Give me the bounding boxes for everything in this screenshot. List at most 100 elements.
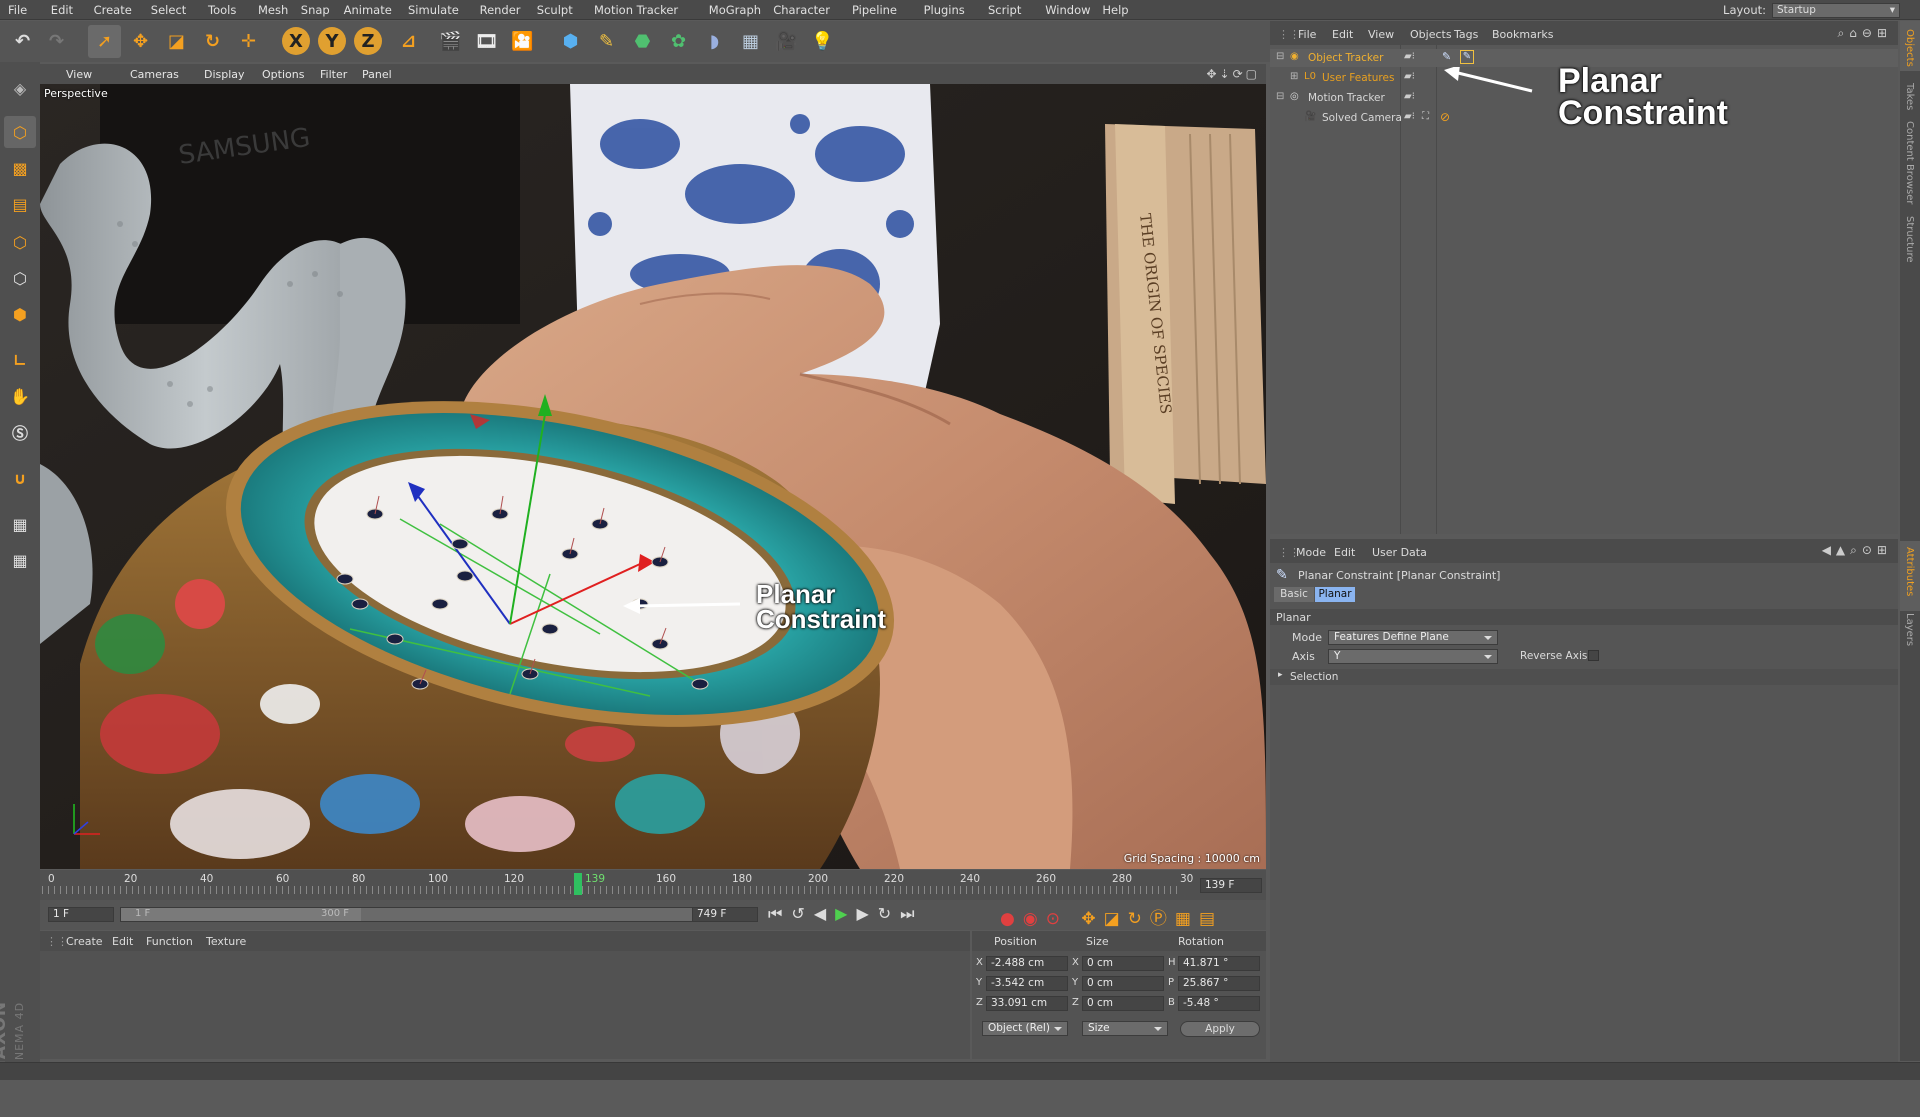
axis-select[interactable]: Y bbox=[1328, 649, 1498, 664]
floor-icon[interactable]: ▦ bbox=[734, 25, 767, 58]
prev-key-icon[interactable]: ↺ bbox=[791, 904, 813, 923]
render-settings-icon[interactable]: 🎦 bbox=[506, 25, 539, 58]
viewport-menu-filter[interactable]: Filter bbox=[320, 68, 347, 81]
key-rotation-icon[interactable]: ↻ bbox=[1128, 909, 1150, 929]
cloner-icon[interactable]: ✿ bbox=[662, 25, 695, 58]
go-to-end-icon[interactable]: ⏭ bbox=[900, 904, 923, 923]
coord-rotation-field[interactable]: 25.867 ° bbox=[1178, 976, 1260, 991]
move-icon[interactable]: ✥ bbox=[124, 25, 157, 58]
key-parameter-icon[interactable]: Ⓟ bbox=[1150, 909, 1175, 929]
selection-expand-icon[interactable]: ▸ bbox=[1278, 670, 1283, 680]
autokey-icon[interactable]: ◉ bbox=[1023, 909, 1046, 929]
expand-toggle-icon[interactable]: ⊞ bbox=[1290, 71, 1298, 82]
planar-workplane-icon[interactable]: ▦ bbox=[4, 544, 36, 576]
coord-position-field[interactable]: -3.542 cm bbox=[986, 976, 1068, 991]
menu-motion-tracker[interactable]: Motion Tracker bbox=[594, 3, 678, 17]
reverse-axis-checkbox[interactable] bbox=[1588, 650, 1599, 661]
render-view-icon[interactable]: 🎬 bbox=[434, 25, 467, 58]
rotate-icon[interactable]: ↻ bbox=[196, 25, 229, 58]
max-frame-field[interactable]: 749 F bbox=[692, 907, 758, 922]
menu-select[interactable]: Select bbox=[151, 3, 186, 17]
planar-constraint-tag-icon[interactable]: ✎ bbox=[1460, 50, 1474, 64]
side-tab-attributes[interactable]: Attributes bbox=[1904, 547, 1915, 596]
coord-size-select[interactable]: Size bbox=[1082, 1021, 1168, 1036]
object-menu-file[interactable]: File bbox=[1298, 28, 1316, 41]
coord-position-field[interactable]: 33.091 cm bbox=[986, 996, 1068, 1011]
lock-workplane-icon[interactable]: ▦ bbox=[4, 508, 36, 540]
axis-mode-icon[interactable]: ∟ bbox=[4, 344, 36, 376]
menu-pipeline[interactable]: Pipeline bbox=[852, 3, 897, 17]
menu-sculpt[interactable]: Sculpt bbox=[537, 3, 573, 17]
make-editable-icon[interactable]: ◈ bbox=[4, 72, 36, 104]
polygons-mode-icon[interactable]: ⬢ bbox=[4, 298, 36, 330]
material-menu-create[interactable]: Create bbox=[66, 935, 103, 948]
tab-planar[interactable]: Planar bbox=[1315, 587, 1355, 602]
material-menu-function[interactable]: Function bbox=[146, 935, 193, 948]
tracker-tag-icon[interactable]: ✎ bbox=[1442, 50, 1451, 63]
viewport-nav-icons[interactable]: ✥⇣⟳▢ bbox=[1206, 67, 1260, 81]
timeline-ruler[interactable]: 139 F 0 20 40 60 80 100 120 139 160 180 200 220 240 2… bbox=[40, 870, 1266, 900]
timeline-window-icon[interactable]: ▤ bbox=[1199, 909, 1223, 929]
start-frame-field[interactable]: 1 F bbox=[48, 907, 114, 922]
undo-icon[interactable]: ↶ bbox=[6, 25, 39, 58]
key-position-icon[interactable]: ✥ bbox=[1081, 909, 1103, 929]
menu-animate[interactable]: Animate bbox=[344, 3, 392, 17]
workplane-icon[interactable]: ▤ bbox=[4, 188, 36, 220]
visibility-toggle-icon[interactable]: ▰⁝ bbox=[1404, 71, 1415, 82]
edges-mode-icon[interactable]: ⬡ bbox=[4, 262, 36, 294]
expand-toggle-icon[interactable]: ⊟ bbox=[1276, 91, 1284, 102]
side-tab-layers[interactable]: Layers bbox=[1904, 613, 1915, 646]
attribute-menu-mode[interactable]: Mode bbox=[1296, 546, 1326, 559]
current-frame-marker[interactable] bbox=[574, 873, 582, 895]
magnet-icon[interactable]: ∪ bbox=[4, 462, 36, 494]
menu-mesh[interactable]: Mesh bbox=[258, 3, 288, 17]
recent-tools-icon[interactable]: ✛ bbox=[232, 25, 265, 58]
preview-range-slider[interactable]: 1 F 300 F bbox=[120, 907, 728, 922]
go-to-start-icon[interactable]: ⏮ bbox=[768, 904, 791, 923]
key-scale-icon[interactable]: ◪ bbox=[1104, 909, 1128, 929]
model-mode-icon[interactable]: ⬡ bbox=[4, 116, 36, 148]
menu-window[interactable]: Window bbox=[1045, 3, 1090, 17]
visibility-toggle-icon[interactable]: ▰⁝ bbox=[1404, 91, 1415, 102]
side-tab-objects[interactable]: Objects bbox=[1904, 29, 1915, 67]
render-picture-viewer-icon[interactable]: 🎞 bbox=[470, 25, 503, 58]
attribute-menu-edit[interactable]: Edit bbox=[1334, 546, 1355, 559]
coord-size-field[interactable]: 0 cm bbox=[1082, 956, 1164, 971]
camera-tag-icon[interactable]: ⛶ bbox=[1422, 111, 1429, 122]
pen-spline-icon[interactable]: ✎ bbox=[590, 25, 623, 58]
coord-mode-select[interactable]: Object (Rel) bbox=[982, 1021, 1068, 1036]
side-tab-content-browser[interactable]: Content Browser bbox=[1904, 121, 1915, 204]
key-pla-icon[interactable]: ▦ bbox=[1175, 909, 1199, 929]
object-menu-view[interactable]: View bbox=[1368, 28, 1394, 41]
menu-plugins[interactable]: Plugins bbox=[924, 3, 965, 17]
redo-icon[interactable]: ↷ bbox=[40, 25, 73, 58]
material-menu-edit[interactable]: Edit bbox=[112, 935, 133, 948]
tab-basic[interactable]: Basic bbox=[1274, 587, 1314, 602]
coordinate-system-icon[interactable]: ⊿ bbox=[392, 25, 425, 58]
material-menu-texture[interactable]: Texture bbox=[206, 935, 246, 948]
snap-icon[interactable]: Ⓢ bbox=[4, 416, 36, 448]
viewport-menu-display[interactable]: Display bbox=[204, 68, 245, 81]
z-axis-lock-button[interactable]: Z bbox=[354, 27, 382, 55]
viewport-menu-view[interactable]: View bbox=[66, 68, 92, 81]
tweak-mode-icon[interactable]: ✋ bbox=[4, 380, 36, 412]
layout-dropdown[interactable]: Startup ▾ bbox=[1772, 2, 1900, 18]
subdivision-icon[interactable]: ⬣ bbox=[626, 25, 659, 58]
camera-icon[interactable]: 🎥 bbox=[770, 25, 803, 58]
viewport-menu-cameras[interactable]: Cameras bbox=[130, 68, 179, 81]
step-forward-icon[interactable]: ▶ bbox=[856, 904, 877, 923]
selection-section[interactable]: Selection bbox=[1290, 671, 1338, 683]
menu-create[interactable]: Create bbox=[94, 3, 132, 17]
light-icon[interactable]: 💡 bbox=[806, 25, 839, 58]
points-mode-icon[interactable]: ⬡ bbox=[4, 226, 36, 258]
visibility-toggle-icon[interactable]: ▰⁝ bbox=[1404, 111, 1415, 122]
coord-rotation-field[interactable]: -5.48 ° bbox=[1178, 996, 1260, 1011]
deformer-icon[interactable]: ◗ bbox=[698, 25, 731, 58]
object-menu-edit[interactable]: Edit bbox=[1332, 28, 1353, 41]
visibility-toggle-icon[interactable]: ▰⁝ bbox=[1404, 51, 1415, 62]
keyframe-selection-icon[interactable]: ⊙ bbox=[1046, 909, 1068, 929]
menu-snap[interactable]: Snap bbox=[301, 3, 330, 17]
viewport-menu-options[interactable]: Options bbox=[262, 68, 304, 81]
menu-character[interactable]: Character bbox=[773, 3, 830, 17]
menu-file[interactable]: File bbox=[8, 3, 27, 17]
